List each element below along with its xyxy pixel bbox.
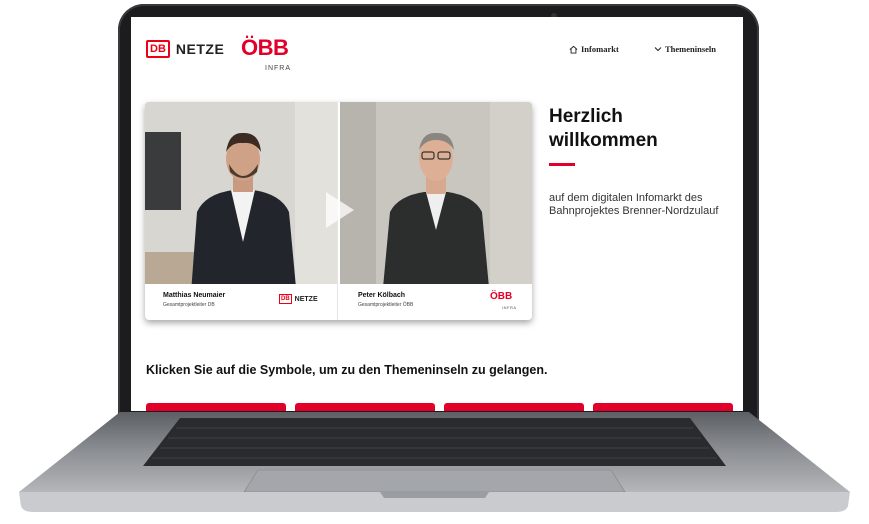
topic-island-1[interactable] [146,403,286,411]
caption-infra-text: INFRA [502,305,517,310]
laptop-base [19,412,850,512]
caption-netze-text: NETZE [294,295,318,303]
caption-left: Matthias Neumaier Gesamtprojektleiter DB… [145,284,337,320]
home-icon [569,45,578,54]
topic-island-2[interactable] [295,403,435,411]
db-netze-text: NETZE [175,41,225,57]
caption-right: Peter Kölbach Gesamtprojektleiter ÖBB ÖB… [340,284,532,320]
person-left-name: Matthias Neumaier [163,292,226,299]
nav-themeninseln[interactable]: Themeninseln [654,44,716,54]
intro-video[interactable]: Matthias Neumaier Gesamtprojektleiter DB… [145,102,532,320]
caption-db-logo: DB NETZE [279,294,318,304]
obb-infra-text: INFRA [265,65,291,72]
caption-obb-logo: ÖBB [490,291,513,302]
topic-island-4[interactable] [593,403,733,411]
person-left-role: Gesamtprojektleiter DB [163,302,215,308]
caption-db-box: DB [279,294,292,304]
browser-screen: DB NETZE ÖBB INFRA Infomarkt Themeninsel… [131,17,743,411]
db-netze-logo[interactable]: DB NETZE [146,40,224,58]
nav-infomarkt-label: Infomarkt [581,44,619,54]
accent-rule [549,163,575,166]
nav-themeninseln-label: Themeninseln [665,44,717,54]
person-right-name: Peter Kölbach [358,292,406,299]
welcome-line-1: Herzlich [549,106,623,127]
welcome-intro: auf dem digitalen Infomarkt des Bahnproj… [549,192,719,217]
welcome-heading: Herzlich willkommen [549,105,739,153]
instruction-text: Klicken Sie auf die Symbole, um zu den T… [146,363,548,377]
site-header: DB NETZE ÖBB INFRA Infomarkt Themeninsel… [131,17,743,99]
welcome-line-2: willkommen [549,130,658,151]
topic-island-3[interactable] [444,403,584,411]
person-right-role: Gesamtprojektleiter ÖBB [358,302,414,308]
laptop-mockup: DB NETZE ÖBB INFRA Infomarkt Themeninsel… [0,0,869,524]
db-logo-box: DB [146,40,170,58]
obb-logo[interactable]: ÖBB [241,35,289,61]
play-icon[interactable] [324,190,356,230]
video-panel-left: Matthias Neumaier Gesamtprojektleiter DB… [145,102,337,320]
video-panel-right: Peter Kölbach Gesamtprojektleiter ÖBB ÖB… [340,102,532,320]
nav-infomarkt[interactable]: Infomarkt [569,44,619,54]
chevron-down-icon [654,47,662,52]
